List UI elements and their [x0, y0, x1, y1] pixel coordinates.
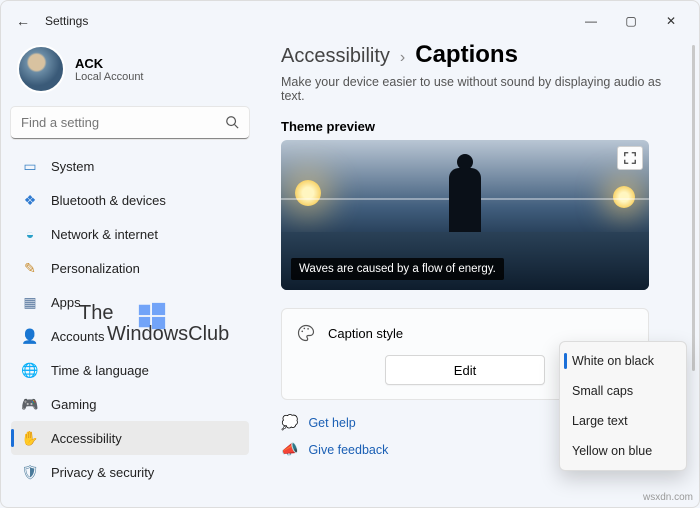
dropdown-option-large-text[interactable]: Large text — [564, 406, 682, 436]
display-icon: ▭ — [21, 158, 39, 175]
gamepad-icon: 🎮 — [21, 396, 39, 413]
accessibility-icon: ✋ — [21, 430, 39, 447]
link-label: Give feedback — [308, 443, 388, 457]
bluetooth-icon: ❖ — [21, 192, 39, 209]
person-icon: 👤 — [21, 328, 39, 345]
nav-label: Gaming — [51, 397, 97, 412]
palette-icon — [296, 323, 316, 343]
content-scrollbar[interactable] — [692, 45, 695, 371]
user-name: ACK — [75, 56, 144, 71]
globe-icon: 🌐 — [21, 362, 39, 379]
option-label: White on black — [572, 354, 654, 368]
sidebar-item-gaming[interactable]: 🎮 Gaming — [11, 387, 249, 421]
expand-button[interactable] — [617, 146, 643, 170]
maximize-button[interactable]: ▢ — [611, 5, 651, 37]
shield-icon: 🛡 — [21, 464, 39, 481]
nav-list: ▭ System ❖ Bluetooth & devices ◒ Network & … — [11, 149, 249, 497]
search-icon — [225, 115, 239, 132]
option-label: Yellow on blue — [572, 444, 652, 458]
nav-label: System — [51, 159, 94, 174]
theme-preview: Waves are caused by a flow of energy. — [281, 140, 649, 290]
apps-icon: ▦ — [21, 294, 39, 311]
nav-label: Time & language — [51, 363, 149, 378]
caption-style-label: Caption style — [328, 326, 403, 341]
help-icon: 💭 — [281, 414, 298, 431]
search-box[interactable] — [11, 107, 249, 139]
breadcrumb-parent[interactable]: Accessibility — [281, 45, 390, 68]
user-block[interactable]: ACK Local Account — [11, 41, 249, 107]
sidebar-item-accounts[interactable]: 👤 Accounts — [11, 319, 249, 353]
sidebar-item-personalization[interactable]: ✎ Personalization — [11, 251, 249, 285]
nav-label: Accounts — [51, 329, 104, 344]
window-title: Settings — [45, 14, 88, 28]
close-button[interactable]: ✕ — [651, 5, 691, 37]
user-type: Local Account — [75, 71, 144, 83]
nav-label: Bluetooth & devices — [51, 193, 166, 208]
feedback-icon: 📣 — [281, 441, 298, 458]
dropdown-option-yellow-on-blue[interactable]: Yellow on blue — [564, 436, 682, 466]
title-bar: ← Settings — ▢ ✕ — [1, 1, 699, 41]
avatar — [17, 45, 65, 93]
page-subtitle: Make your device easier to use without s… — [281, 75, 681, 103]
edit-button[interactable]: Edit — [385, 355, 545, 385]
minimize-button[interactable]: — — [571, 5, 611, 37]
source-attribution: wsxdn.com — [643, 492, 693, 503]
caption-style-dropdown: White on black Small caps Large text Yel… — [559, 341, 687, 471]
sidebar: ACK Local Account ▭ System ❖ Bluetooth & d… — [1, 41, 259, 507]
breadcrumb: Accessibility › Captions — [281, 41, 681, 69]
search-input[interactable] — [11, 107, 249, 139]
preview-decor — [449, 168, 481, 238]
sidebar-item-time-language[interactable]: 🌐 Time & language — [11, 353, 249, 387]
preview-decor — [295, 180, 321, 206]
nav-label: Accessibility — [51, 431, 122, 446]
preview-caption-text: Waves are caused by a flow of energy. — [291, 258, 504, 280]
brush-icon: ✎ — [21, 260, 39, 277]
preview-decor — [613, 186, 635, 208]
back-button[interactable]: ← — [9, 13, 37, 29]
sidebar-item-privacy[interactable]: 🛡 Privacy & security — [11, 455, 249, 489]
wifi-icon: ◒ — [21, 226, 39, 242]
sidebar-item-system[interactable]: ▭ System — [11, 149, 249, 183]
theme-preview-label: Theme preview — [281, 119, 681, 134]
sidebar-item-accessibility[interactable]: ✋ Accessibility — [11, 421, 249, 455]
option-label: Small caps — [572, 384, 633, 398]
nav-label: Network & internet — [51, 227, 158, 242]
nav-label: Apps — [51, 295, 81, 310]
dropdown-option-small-caps[interactable]: Small caps — [564, 376, 682, 406]
sidebar-item-apps[interactable]: ▦ Apps — [11, 285, 249, 319]
page-title: Captions — [415, 41, 518, 69]
chevron-right-icon: › — [400, 49, 405, 67]
nav-label: Privacy & security — [51, 465, 154, 480]
sidebar-item-network[interactable]: ◒ Network & internet — [11, 217, 249, 251]
sidebar-item-bluetooth[interactable]: ❖ Bluetooth & devices — [11, 183, 249, 217]
dropdown-option-white-on-black[interactable]: White on black — [564, 346, 682, 376]
nav-label: Personalization — [51, 261, 140, 276]
option-label: Large text — [572, 414, 628, 428]
link-label: Get help — [308, 416, 355, 430]
